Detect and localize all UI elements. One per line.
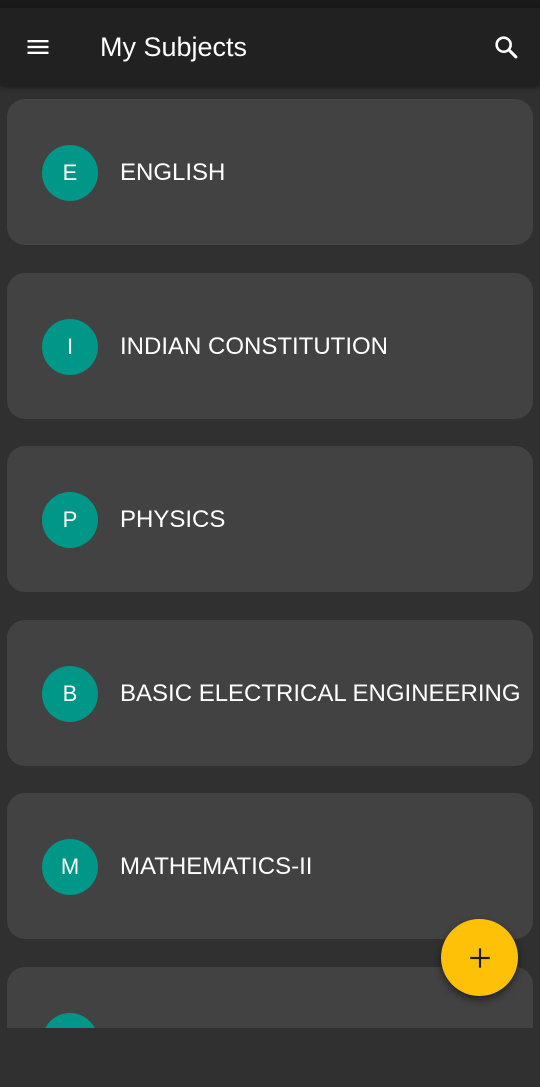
subject-card-basic-electrical-engineering[interactable]: B BASIC ELECTRICAL ENGINEERING [7,620,533,766]
search-button[interactable] [482,23,530,71]
add-subject-button[interactable] [441,919,518,996]
subject-name: INDIAN CONSTITUTION [120,333,388,360]
app-bar: My Subjects [0,8,540,86]
subject-avatar [42,1013,98,1028]
subject-card-mathematics-ii[interactable]: M MATHEMATICS-II [7,793,533,939]
page-title: My Subjects [100,32,248,62]
subject-avatar: I [42,319,98,375]
subject-avatar: M [42,839,98,895]
subject-name: MATHEMATICS-II [120,853,313,880]
status-bar [0,0,540,8]
hamburger-menu-icon [27,40,49,54]
subject-avatar: E [42,145,98,201]
subject-card-english[interactable]: E ENGLISH [7,99,533,245]
bottom-area [0,1028,540,1087]
subject-list[interactable]: E ENGLISH I INDIAN CONSTITUTION P PHYSIC… [0,86,540,1028]
menu-button[interactable] [14,23,62,71]
plus-icon [469,947,490,968]
subject-name: ENGLISH [120,159,226,186]
subject-avatar: P [42,492,98,548]
subject-name: BASIC ELECTRICAL ENGINEERING [120,680,521,707]
subject-name: PHYSICS [120,506,226,533]
subject-card-physics[interactable]: P PHYSICS [7,446,533,592]
search-icon [495,36,518,59]
subject-card-indian-constitution[interactable]: I INDIAN CONSTITUTION [7,273,533,419]
subject-avatar: B [42,666,98,722]
